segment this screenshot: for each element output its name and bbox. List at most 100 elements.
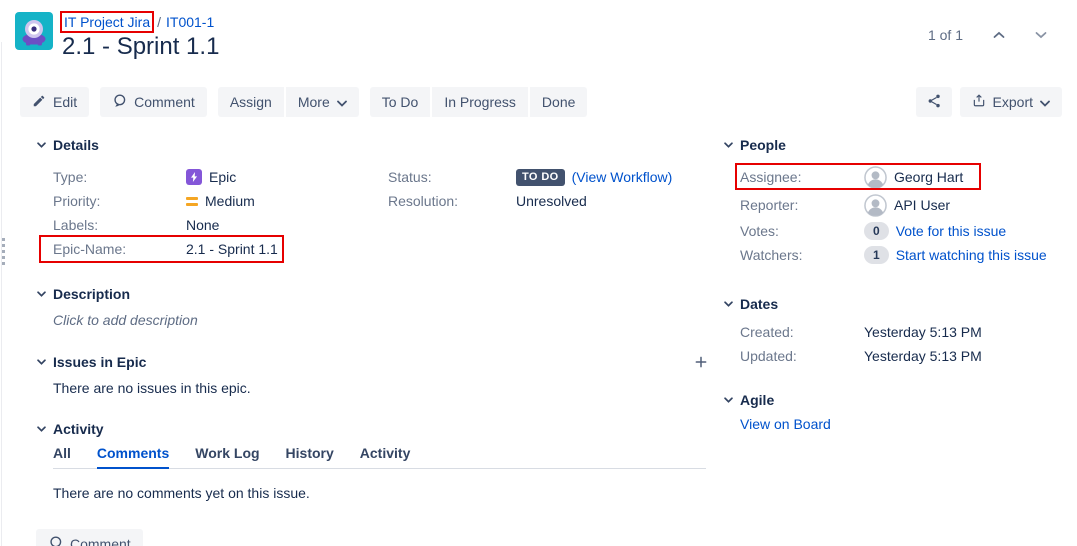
share-button[interactable] [916,87,952,117]
tab-work-log[interactable]: Work Log [195,441,259,468]
field-row-labels: Labels: None [53,213,388,237]
tab-comments[interactable]: Comments [97,441,169,469]
activity-section-title: Activity [53,421,104,437]
details-section-title: Details [53,137,99,153]
pencil-icon [32,94,46,111]
jira-issue-page: IT Project Jira / IT001-1 2.1 - Sprint 1… [0,0,1077,546]
reporter-row: Reporter: API User [740,191,1077,219]
issue-toolbar: Edit Comment Assign More [0,87,1077,117]
panel-divider [1,42,2,546]
speech-bubble-icon [112,93,127,111]
chevron-down-icon[interactable] [724,142,733,148]
medium-priority-icon [186,197,198,206]
epic-lightning-icon [186,169,202,185]
panel-resize-handle[interactable] [2,238,5,265]
created-value: Yesterday 5:13 PM [864,324,982,340]
tab-activity[interactable]: Activity [360,441,411,468]
watchers-label: Watchers: [740,247,864,263]
comments-empty-text: There are no comments yet on this issue. [53,485,710,501]
person-avatar-icon [864,166,887,189]
view-on-board-link[interactable]: View on Board [740,416,831,432]
watchers-row: Watchers: 1 Start watching this issue [740,243,1077,267]
tab-history[interactable]: History [286,441,334,468]
description-section-title: Description [53,286,130,302]
chevron-down-icon[interactable] [37,291,46,297]
people-section-title: People [740,137,786,153]
more-button-label: More [298,94,330,110]
transition-done-button[interactable]: Done [530,87,587,117]
issues-in-epic-section: Issues in Epic There are no issues in th… [37,352,710,396]
issue-body: Details Type: Epic [0,135,1077,546]
vote-link[interactable]: Vote for this issue [896,223,1007,239]
activity-tabs: All Comments Work Log History Activity [53,441,706,469]
chevron-down-icon [1040,94,1050,110]
issues-in-epic-empty-text: There are no issues in this epic. [53,380,710,396]
epic-name-value: 2.1 - Sprint 1.1 [186,241,278,257]
assign-button-label: Assign [230,94,272,110]
activity-section: Activity All Comments Work Log History A… [37,419,710,501]
field-row-type: Type: Epic [53,165,388,189]
chevron-up-icon[interactable] [993,31,1005,39]
more-button[interactable]: More [286,87,359,117]
agile-section: Agile View on Board [724,390,1077,432]
breadcrumb-project-link[interactable]: IT Project Jira [64,14,150,30]
updated-value: Yesterday 5:13 PM [864,348,982,364]
issue-header: IT Project Jira / IT001-1 2.1 - Sprint 1… [0,0,1077,61]
chevron-down-icon[interactable] [724,301,733,307]
assign-more-group: Assign More [218,87,359,117]
transition-done-label: Done [542,94,575,110]
reporter-label: Reporter: [740,197,864,213]
updated-row: Updated: Yesterday 5:13 PM [740,344,1077,368]
epic-name-label: Epic-Name: [53,241,186,257]
priority-label: Priority: [53,193,186,209]
votes-count-badge: 0 [864,222,889,240]
plus-icon[interactable] [694,355,710,369]
assignee-label: Assignee: [740,169,864,185]
assign-button[interactable]: Assign [218,87,284,117]
issues-in-epic-title: Issues in Epic [53,354,146,370]
breadcrumb: IT Project Jira / IT001-1 [62,12,219,32]
assignee-value: Georg Hart [894,169,963,185]
created-row: Created: Yesterday 5:13 PM [740,320,1077,344]
priority-value: Medium [205,193,255,209]
transition-todo-button[interactable]: To Do [370,87,431,117]
transition-inprogress-button[interactable]: In Progress [432,87,528,117]
comment-footer-button[interactable]: Comment [36,529,143,546]
chevron-down-icon[interactable] [1035,31,1047,39]
status-badge: TO DO [516,169,565,186]
person-avatar-icon [864,194,887,217]
votes-label: Votes: [740,223,864,239]
watch-link[interactable]: Start watching this issue [896,247,1047,263]
description-section: Description Click to add description [37,284,710,328]
view-workflow-link[interactable]: (View Workflow) [572,169,673,185]
export-button[interactable]: Export [960,87,1062,117]
comment-button[interactable]: Comment [100,87,207,117]
workflow-transition-group: To Do In Progress Done [370,87,588,117]
details-section: Details Type: Epic [37,135,710,261]
description-placeholder[interactable]: Click to add description [53,312,710,328]
pager-count: 1 of 1 [928,27,963,43]
type-label: Type: [53,169,186,185]
export-button-label: Export [993,94,1033,110]
upload-icon [972,93,986,111]
dates-section-title: Dates [740,296,778,312]
watchers-count-badge: 1 [864,246,889,264]
assignee-row: Assignee: Georg Hart [740,163,1077,191]
speech-bubble-icon [48,535,63,546]
field-row-priority: Priority: Medium [53,189,388,213]
comment-footer-button-label: Comment [70,536,131,546]
issue-pager: 1 of 1 [928,27,1047,43]
edit-button[interactable]: Edit [20,87,89,117]
left-column: Details Type: Epic [20,135,710,546]
chevron-down-icon [337,94,347,110]
agile-section-title: Agile [740,392,774,408]
chevron-down-icon[interactable] [724,397,733,403]
resolution-label: Resolution: [388,193,516,209]
breadcrumb-issue-key-link[interactable]: IT001-1 [166,13,214,31]
breadcrumb-separator: / [157,13,161,31]
chevron-down-icon[interactable] [37,142,46,148]
comment-button-label: Comment [134,94,195,110]
tab-all[interactable]: All [53,441,71,468]
chevron-down-icon[interactable] [37,426,46,432]
chevron-down-icon[interactable] [37,359,46,365]
